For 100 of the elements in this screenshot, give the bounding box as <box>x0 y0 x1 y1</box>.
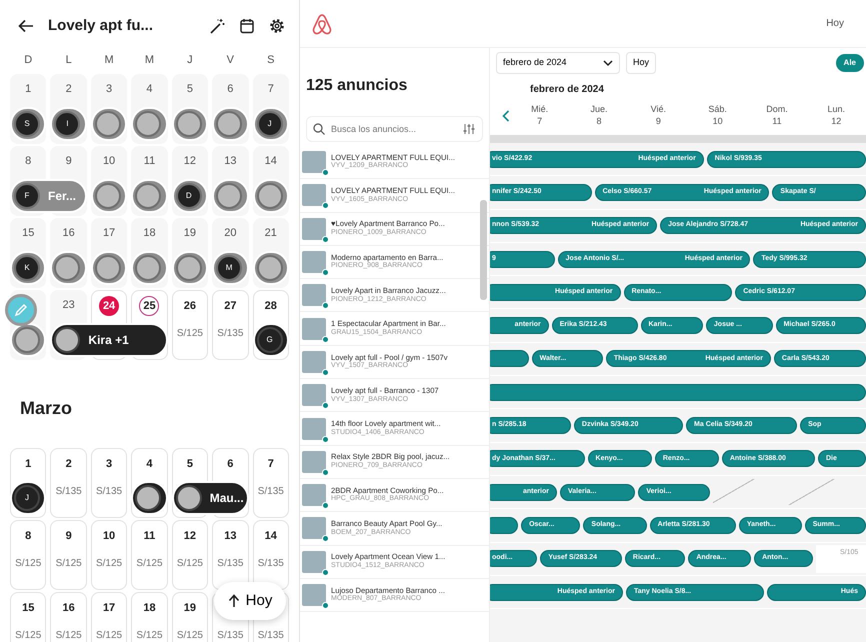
calendar-day[interactable]: 8 <box>10 520 46 550</box>
day-number: 18 <box>142 601 157 616</box>
weekday-label: D <box>23 53 34 68</box>
day-number: 11 <box>771 116 783 128</box>
pencil-icon <box>14 303 28 317</box>
calendar-day[interactable]: 5 <box>172 448 208 478</box>
calendar-day[interactable]: 3 <box>90 74 128 104</box>
guest-initial: K <box>14 255 40 281</box>
calendar-day[interactable]: 17 <box>90 218 128 248</box>
calendar-day[interactable]: 1 <box>10 448 46 478</box>
day-number: 10 <box>712 116 724 128</box>
day-price: S/125 <box>50 622 87 642</box>
day-price: S/125 <box>10 550 46 590</box>
calendar-day[interactable]: 13 <box>212 520 249 550</box>
calendar-day[interactable]: 19 <box>172 592 208 622</box>
guest-chip[interactable]: F Fer... <box>10 179 87 213</box>
day-price: S/125 <box>50 550 87 590</box>
day-price: S/135 <box>50 478 87 518</box>
arrow-up-icon <box>228 594 240 608</box>
day-number: 19 <box>182 226 198 241</box>
calendar-day[interactable]: 18 <box>131 592 168 622</box>
calendar-icon[interactable] <box>239 18 255 34</box>
today-link[interactable]: Hoy <box>826 16 844 31</box>
magic-wand-icon[interactable] <box>209 18 225 34</box>
calendar-day[interactable]: 4 <box>131 448 168 478</box>
calendar-day[interactable]: 7 <box>252 448 289 478</box>
calendar-day[interactable]: 19 <box>172 218 208 248</box>
calendar-day[interactable]: 16 <box>50 218 87 248</box>
reservation-bar[interactable] <box>490 350 529 368</box>
search-field[interactable]: Busca los anuncios... <box>306 116 483 142</box>
calendar-day[interactable]: 6 <box>212 448 249 478</box>
calendar-day[interactable]: 12 <box>172 520 208 550</box>
back-arrow-icon[interactable] <box>18 19 34 33</box>
weekday-label: Sáb. <box>707 104 728 116</box>
calendar-day[interactable]: 27 <box>212 290 249 320</box>
day-number: 14 <box>264 529 278 544</box>
chevron-left-icon[interactable] <box>502 110 510 122</box>
day-price: S/135 <box>212 320 249 360</box>
calendar-day[interactable]: 23 <box>50 290 87 320</box>
calendar-day[interactable]: 28 <box>252 290 289 320</box>
day-number: 12 <box>182 529 198 544</box>
calendar-day[interactable]: 5 <box>172 74 208 104</box>
guest-initial: D <box>176 183 202 209</box>
calendar-day[interactable]: 24 <box>90 290 128 320</box>
day-number: 26 <box>182 299 198 314</box>
today-button[interactable]: Hoy <box>626 52 656 74</box>
calendar-day[interactable]: 21 <box>252 218 289 248</box>
calendar-day[interactable]: 7 <box>252 74 289 104</box>
calendar-day[interactable]: 25 <box>131 290 168 320</box>
calendar-day[interactable]: 26 <box>172 290 208 320</box>
guest-chip[interactable]: Mau... <box>172 481 249 515</box>
calendar-day[interactable]: 12 <box>172 146 208 176</box>
calendar-day[interactable]: 6 <box>212 74 249 104</box>
month-dropdown[interactable]: febrero de 2024 <box>496 52 620 74</box>
calendar-day[interactable]: 14 <box>252 146 289 176</box>
filter-icon[interactable] <box>463 123 475 135</box>
calendar-day[interactable]: 15 <box>10 218 46 248</box>
day-number: 11 <box>142 529 156 544</box>
status-dot <box>322 468 329 476</box>
edit-button[interactable] <box>5 294 37 326</box>
reservation-bar[interactable] <box>490 384 866 401</box>
calendar-day[interactable]: 11 <box>131 520 168 550</box>
day-number: 8 <box>24 154 32 169</box>
calendar-day[interactable]: 10 <box>90 146 128 176</box>
scrollbar[interactable] <box>480 200 487 300</box>
calendar-day[interactable]: 18 <box>131 218 168 248</box>
day-number: 12 <box>182 154 198 169</box>
day-price: S/135 <box>252 478 289 518</box>
reservation-bar[interactable] <box>490 516 518 534</box>
calendar-day[interactable]: 1 <box>10 74 46 104</box>
calendar-day[interactable]: 10 <box>90 520 128 550</box>
weekday-label: Jue. <box>589 104 608 116</box>
calendar-day[interactable]: 11 <box>131 146 168 176</box>
day-number: 7 <box>536 116 544 128</box>
guest-name: Fer... <box>48 188 76 205</box>
status-dot <box>322 402 329 410</box>
calendar-day[interactable]: 14 <box>252 520 289 550</box>
calendar-day[interactable]: 2 <box>50 74 87 104</box>
filter-chip[interactable]: Ale <box>836 54 864 72</box>
calendar-day[interactable]: 3 <box>90 448 128 478</box>
scrollbar[interactable] <box>490 135 866 143</box>
calendar-day[interactable]: 20 <box>212 218 249 248</box>
calendar-day[interactable]: 2 <box>50 448 87 478</box>
weekday-label: V <box>226 53 236 68</box>
today-button[interactable]: Hoy <box>214 582 286 620</box>
settings-icon[interactable] <box>269 18 285 34</box>
calendar-day[interactable]: 15 <box>10 592 46 622</box>
calendar-day[interactable]: 17 <box>90 592 128 622</box>
guest-chip[interactable]: Kira +1 <box>50 323 168 357</box>
calendar-day[interactable]: 9 <box>50 146 87 176</box>
calendar-day[interactable]: 8 <box>10 146 46 176</box>
weekday-label: L <box>64 53 73 68</box>
calendar-day[interactable]: 16 <box>50 592 87 622</box>
status-dot <box>322 368 329 376</box>
day-number: 25 <box>139 296 160 316</box>
calendar-day[interactable]: 13 <box>212 146 249 176</box>
day-number: 27 <box>223 299 238 314</box>
calendar-day[interactable]: 4 <box>131 74 168 104</box>
calendar-day[interactable]: 9 <box>50 520 87 550</box>
day-number: 16 <box>62 601 76 616</box>
